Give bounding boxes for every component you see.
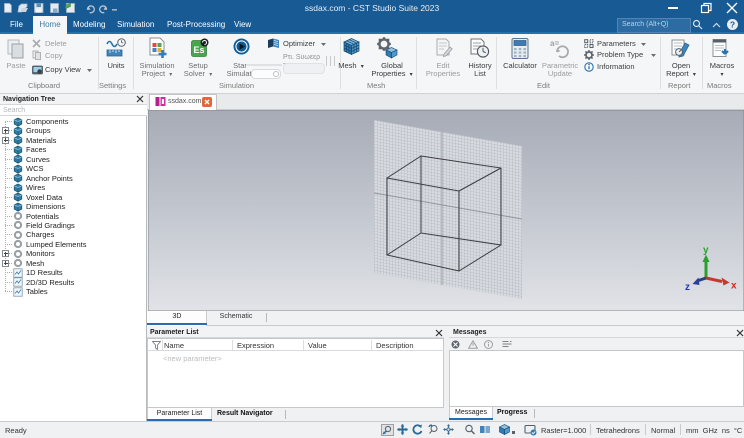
svg-text:x: x [731,281,737,292]
svg-text:y: y [703,245,709,256]
svg-text:z: z [685,282,690,293]
svg-text:?: ? [730,19,735,29]
svg-text:Es: Es [193,45,204,55]
svg-text:a=: a= [550,39,559,48]
